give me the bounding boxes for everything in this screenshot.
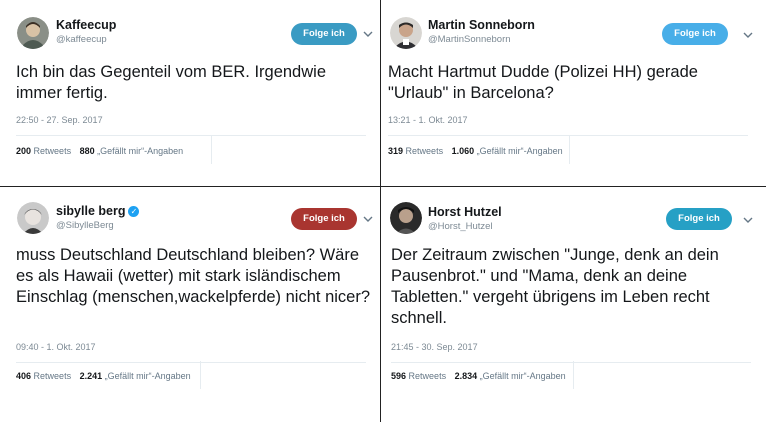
likes-label[interactable]: „Gefällt mir“-Angaben (477, 146, 563, 156)
tweet-card-horst-hutzel: Horst Hutzel @Horst_Hutzel Folge ich Der… (381, 187, 766, 422)
verified-badge-icon: ✓ (128, 206, 140, 217)
avatar[interactable] (17, 202, 49, 234)
chevron-down-icon[interactable] (362, 213, 374, 225)
avatar[interactable] (17, 17, 49, 49)
likes-label[interactable]: „Gefällt mir“-Angaben (97, 146, 183, 156)
horizontal-divider (0, 186, 766, 187)
stats-separator (569, 136, 570, 164)
stats-separator (211, 136, 212, 164)
tweet-timestamp[interactable]: 22:50 - 27. Sep. 2017 (16, 115, 103, 125)
chevron-down-icon[interactable] (742, 29, 754, 41)
divider (16, 135, 366, 136)
vertical-divider (380, 0, 381, 422)
tweet-timestamp[interactable]: 13:21 - 1. Okt. 2017 (388, 115, 468, 125)
tweet-stats: 406 Retweets 2.241 „Gefällt mir“-Angaben (16, 371, 191, 381)
tweet-grid: Kaffeecup @kaffeecup Folge ich Ich bin d… (0, 0, 766, 422)
tweet-card-kaffeecup: Kaffeecup @kaffeecup Folge ich Ich bin d… (0, 0, 380, 186)
like-count[interactable]: 2.241 (80, 371, 103, 381)
avatar[interactable] (390, 17, 422, 49)
user-handle[interactable]: @Horst_Hutzel (428, 221, 493, 232)
display-name[interactable]: Horst Hutzel (428, 205, 502, 219)
avatar[interactable] (390, 202, 422, 234)
display-name[interactable]: Martin Sonneborn (428, 18, 535, 32)
tweet-text: muss Deutschland Deutschland bleiben? Wä… (16, 246, 371, 306)
divider (16, 362, 366, 363)
display-name-text[interactable]: sibylle berg (56, 204, 125, 218)
likes-label[interactable]: „Gefällt mir“-Angaben (105, 371, 191, 381)
stats-separator (200, 361, 201, 389)
divider (391, 362, 751, 363)
retweet-count[interactable]: 200 (16, 146, 31, 156)
divider (388, 135, 748, 136)
retweets-label[interactable]: Retweets (34, 146, 72, 156)
stats-separator (573, 361, 574, 389)
display-name[interactable]: Kaffeecup (56, 18, 116, 32)
tweet-card-martin-sonneborn: Martin Sonneborn @MartinSonneborn Folge … (381, 0, 766, 186)
tweet-card-sibylle-berg: sibylle berg ✓ @SibylleBerg Folge ich mus… (0, 187, 380, 422)
tweet-timestamp[interactable]: 09:40 - 1. Okt. 2017 (16, 342, 96, 352)
user-handle[interactable]: @kaffeecup (56, 34, 107, 45)
retweet-count[interactable]: 596 (391, 371, 406, 381)
tweet-stats: 200 Retweets 880 „Gefällt mir“-Angaben (16, 146, 183, 156)
tweet-text: Ich bin das Gegenteil vom BER. Irgendwie… (16, 63, 326, 102)
follow-button[interactable]: Folge ich (662, 23, 728, 45)
likes-label[interactable]: „Gefällt mir“-Angaben (480, 371, 566, 381)
display-name[interactable]: sibylle berg ✓ (56, 204, 140, 218)
tweet-stats: 319 Retweets 1.060 „Gefällt mir“-Angaben (388, 146, 563, 156)
tweet-text: Der Zeitraum zwischen "Junge, denk an de… (391, 246, 719, 327)
chevron-down-icon[interactable] (742, 214, 754, 226)
like-count[interactable]: 1.060 (452, 146, 475, 156)
user-handle[interactable]: @SibylleBerg (56, 220, 114, 231)
user-handle[interactable]: @MartinSonneborn (428, 34, 511, 45)
like-count[interactable]: 2.834 (455, 371, 478, 381)
retweet-count[interactable]: 319 (388, 146, 403, 156)
retweets-label[interactable]: Retweets (34, 371, 72, 381)
tweet-text: Macht Hartmut Dudde (Polizei HH) gerade … (388, 63, 698, 102)
chevron-down-icon[interactable] (362, 28, 374, 40)
follow-button[interactable]: Folge ich (291, 208, 357, 230)
follow-button[interactable]: Folge ich (291, 23, 357, 45)
follow-button[interactable]: Folge ich (666, 208, 732, 230)
retweets-label[interactable]: Retweets (406, 146, 444, 156)
tweet-stats: 596 Retweets 2.834 „Gefällt mir“-Angaben (391, 371, 566, 381)
tweet-timestamp[interactable]: 21:45 - 30. Sep. 2017 (391, 342, 478, 352)
retweets-label[interactable]: Retweets (409, 371, 447, 381)
retweet-count[interactable]: 406 (16, 371, 31, 381)
like-count[interactable]: 880 (80, 146, 95, 156)
